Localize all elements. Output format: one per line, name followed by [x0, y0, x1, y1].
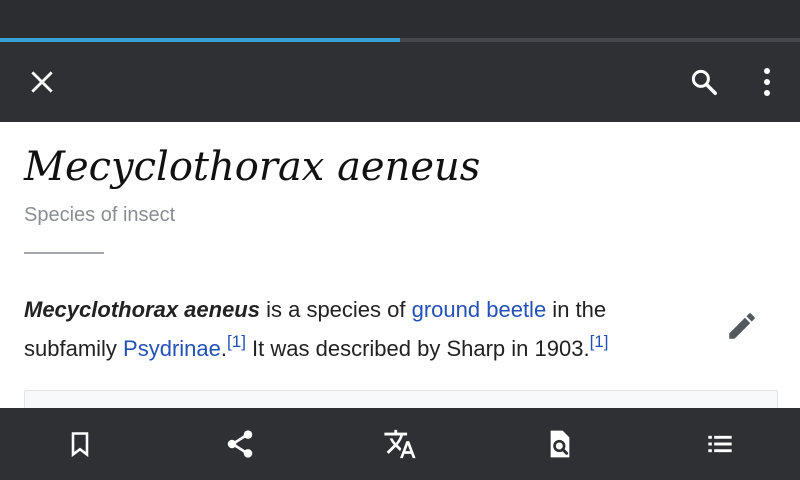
lead-text-1: is a species of: [259, 297, 412, 322]
edit-section-button[interactable]: [716, 300, 768, 352]
article-content: Mecyclothorax aeneus Species of insect M…: [0, 122, 800, 408]
find-in-page-button[interactable]: [530, 418, 590, 470]
close-icon: [31, 71, 53, 93]
lead-text-4: It was described by Sharp in 1903.: [245, 336, 590, 361]
link-psydrinae[interactable]: Psydrinae: [123, 336, 221, 361]
more-vert-icon: [764, 68, 770, 96]
table-of-contents-button[interactable]: [690, 418, 750, 470]
close-button[interactable]: [16, 56, 68, 108]
search-icon: [691, 69, 717, 95]
bottom-action-bar: [0, 408, 800, 480]
page-description: Species of insect: [24, 204, 176, 226]
contents-list-icon: [708, 435, 732, 453]
translate-icon: [384, 429, 416, 459]
overflow-menu-button[interactable]: [741, 56, 793, 108]
share-button[interactable]: [210, 418, 270, 470]
infobox: [24, 390, 778, 408]
page-title: Mecyclothorax aeneus: [24, 144, 481, 190]
share-icon: [227, 430, 253, 458]
pencil-icon: [729, 313, 755, 339]
article-subject-bold: Mecyclothorax aeneus: [24, 297, 260, 322]
search-button[interactable]: [678, 56, 730, 108]
reference-link-1[interactable]: [1]: [227, 332, 246, 351]
link-ground-beetle[interactable]: ground beetle: [412, 297, 547, 322]
find-in-page-icon: [550, 430, 570, 458]
bookmark-icon: [71, 432, 89, 458]
reference-link-2[interactable]: [1]: [590, 332, 609, 351]
language-button[interactable]: [370, 418, 430, 470]
title-divider: [24, 252, 104, 254]
save-bookmark-button[interactable]: [50, 418, 110, 470]
lead-paragraph: Mecyclothorax aeneus is a species of gro…: [24, 290, 696, 368]
status-bar: [0, 0, 800, 38]
top-toolbar: [0, 42, 800, 122]
